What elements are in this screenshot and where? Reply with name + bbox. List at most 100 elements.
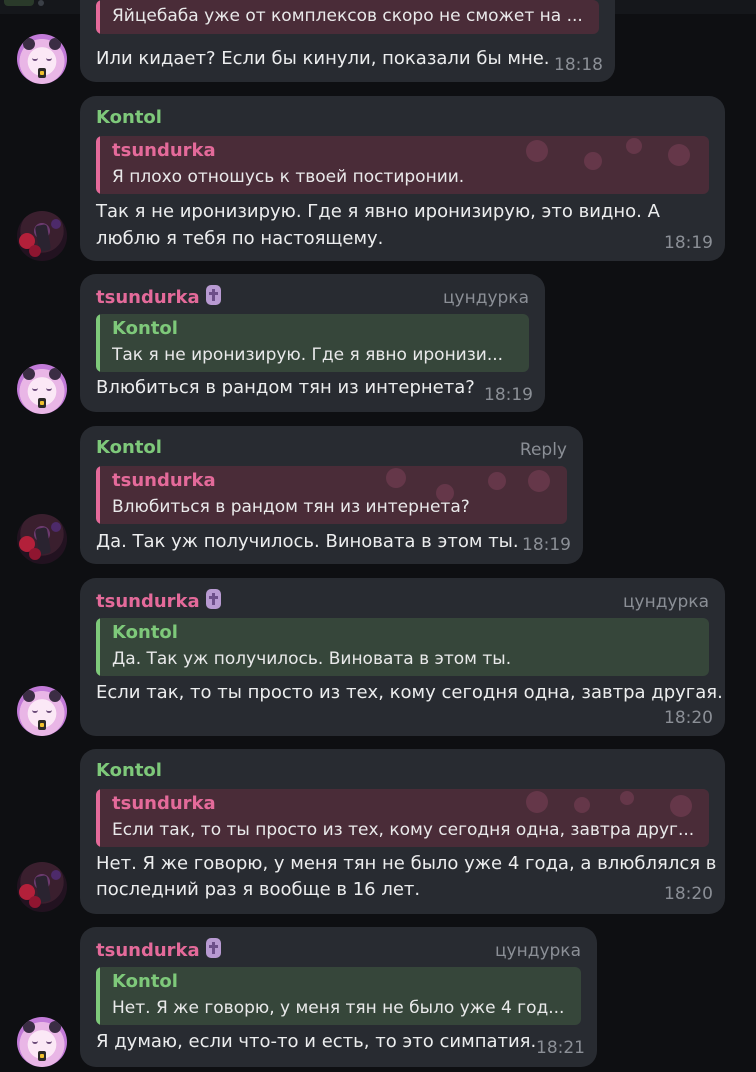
reply-button[interactable]: Reply (520, 440, 567, 460)
message-bubble[interactable]: tsundurka цундурка Kontol Так я не ирони… (80, 274, 545, 412)
avatar-detail (49, 368, 61, 380)
coffin-icon (205, 938, 221, 958)
quote-text: Нет. Я же говорю, у меня тян не было уже… (112, 998, 565, 1018)
quote-bar (96, 789, 100, 847)
avatar-tsundurka[interactable] (17, 364, 67, 414)
sender-label: tsundurka (96, 940, 200, 961)
avatar-tsundurka[interactable] (17, 1017, 67, 1067)
quote-bar (96, 0, 100, 34)
avatar-detail (51, 870, 61, 880)
avatar-detail (29, 896, 41, 908)
message-bubble[interactable]: tsundurka цундурка Kontol Да. Так уж пол… (80, 578, 725, 736)
quote-bar (96, 618, 100, 676)
quote-bar (96, 466, 100, 524)
message-time: 18:20 (664, 708, 713, 728)
reply-quote[interactable]: Kontol Нет. Я же говорю, у меня тян не б… (96, 967, 581, 1025)
message-text: Влюбиться в рандом тян из интернета? (96, 377, 475, 398)
coffin-icon (205, 589, 221, 609)
reply-quote[interactable]: tsundurka Если так, то ты просто из тех,… (96, 789, 709, 847)
avatar-kontol[interactable] (17, 514, 67, 564)
quote-pattern (526, 791, 548, 813)
quote-bar (96, 314, 100, 372)
quote-pattern (526, 140, 548, 162)
sender-name[interactable]: tsundurka (96, 938, 221, 961)
message-text: последний раз я вообще в 16 лет. (96, 879, 421, 900)
message-time: 18:19 (522, 535, 571, 555)
admin-title: цундурка (622, 592, 709, 612)
quote-sender: tsundurka (112, 793, 216, 814)
quote-text: Яйцебаба уже от комплексов скоро не смож… (112, 6, 583, 26)
reply-quote[interactable]: tsundurka Влюбиться в рандом тян из инте… (96, 466, 567, 524)
message-text: Да. Так уж получилось. Виновата в этом т… (96, 531, 519, 552)
reply-quote[interactable]: Kontol Да. Так уж получилось. Виновата в… (96, 618, 709, 676)
sender-name[interactable]: tsundurka (96, 589, 221, 612)
quote-pattern (620, 791, 634, 805)
avatar-detail (38, 720, 46, 730)
quote-sender: tsundurka (112, 140, 216, 161)
avatar-detail (32, 1039, 52, 1047)
quote-sender: Kontol (112, 971, 178, 992)
message-bubble[interactable]: Kontol tsundurka Я плохо отношусь к твое… (80, 96, 725, 261)
sender-name[interactable]: Kontol (96, 437, 162, 458)
avatar-detail (32, 708, 52, 716)
quote-pattern (488, 472, 506, 490)
avatar-kontol[interactable] (17, 862, 67, 912)
message-bubble[interactable]: tsundurka цундурка Kontol Нет. Я же гово… (80, 927, 597, 1067)
header-fragment (38, 0, 44, 6)
avatar-detail (49, 38, 61, 50)
header-fragment (4, 0, 34, 6)
sender-name[interactable]: Kontol (96, 107, 162, 128)
message-bubble[interactable]: Kontol Reply tsundurka Влюбиться в рандо… (80, 426, 583, 564)
message-time: 18:19 (664, 233, 713, 253)
message-time: 18:19 (484, 385, 533, 405)
avatar-detail (38, 68, 46, 78)
quote-pattern (574, 797, 590, 813)
avatar-detail (38, 1051, 46, 1061)
quote-sender: Kontol (112, 318, 178, 339)
sender-label: tsundurka (96, 591, 200, 612)
message-time: 18:21 (536, 1038, 585, 1058)
avatar-detail (49, 690, 61, 702)
sender-name[interactable]: tsundurka (96, 285, 221, 308)
message-text: Или кидает? Если бы кинули, показали бы … (96, 48, 550, 69)
avatar-detail (23, 690, 35, 702)
quote-pattern (386, 468, 406, 488)
avatar-detail (51, 219, 61, 229)
avatar-kontol[interactable] (17, 211, 67, 261)
avatar-detail (51, 522, 61, 532)
reply-quote[interactable]: Kontol Так я не иронизирую. Где я явно и… (96, 314, 529, 372)
avatar-detail (23, 1021, 35, 1033)
message-text: Я думаю, если что-то и есть, то это симп… (96, 1031, 537, 1052)
message-bubble[interactable]: Яйцебаба уже от комплексов скоро не смож… (80, 0, 615, 82)
admin-title: цундурка (494, 941, 581, 961)
quote-pattern (528, 470, 550, 492)
quote-text: Влюбиться в рандом тян из интернета? (112, 497, 470, 517)
avatar-detail (23, 38, 35, 50)
quote-text: Если так, то ты просто из тех, кому сего… (112, 820, 695, 840)
quote-pattern (626, 138, 642, 154)
message-time: 18:20 (664, 884, 713, 904)
quote-text: Так я не иронизирую. Где я явно иронизи.… (112, 345, 504, 365)
message-time: 18:18 (554, 55, 603, 75)
reply-quote[interactable]: tsundurka Я плохо отношусь к твоей пости… (96, 136, 709, 194)
quote-bar (96, 136, 100, 194)
avatar-detail (29, 548, 41, 560)
coffin-icon (205, 285, 221, 305)
message-bubble[interactable]: Kontol tsundurka Если так, то ты просто … (80, 749, 725, 914)
avatar-detail (23, 368, 35, 380)
quote-pattern (670, 795, 692, 817)
quote-sender: tsundurka (112, 470, 216, 491)
avatar-tsundurka[interactable] (17, 686, 67, 736)
admin-title: цундурка (442, 288, 529, 308)
quote-sender: Kontol (112, 622, 178, 643)
quote-text: Да. Так уж получилось. Виновата в этом т… (112, 649, 512, 669)
avatar-tsundurka[interactable] (17, 34, 67, 84)
avatar-detail (32, 386, 52, 394)
message-text: Если так, то ты просто из тех, кому сего… (96, 682, 723, 703)
sender-name[interactable]: Kontol (96, 760, 162, 781)
avatar-detail (49, 1021, 61, 1033)
message-text: Нет. Я же говорю, у меня тян не было уже… (96, 853, 717, 874)
sender-label: tsundurka (96, 287, 200, 308)
avatar-detail (32, 56, 52, 64)
reply-quote[interactable]: Яйцебаба уже от комплексов скоро не смож… (96, 0, 599, 34)
